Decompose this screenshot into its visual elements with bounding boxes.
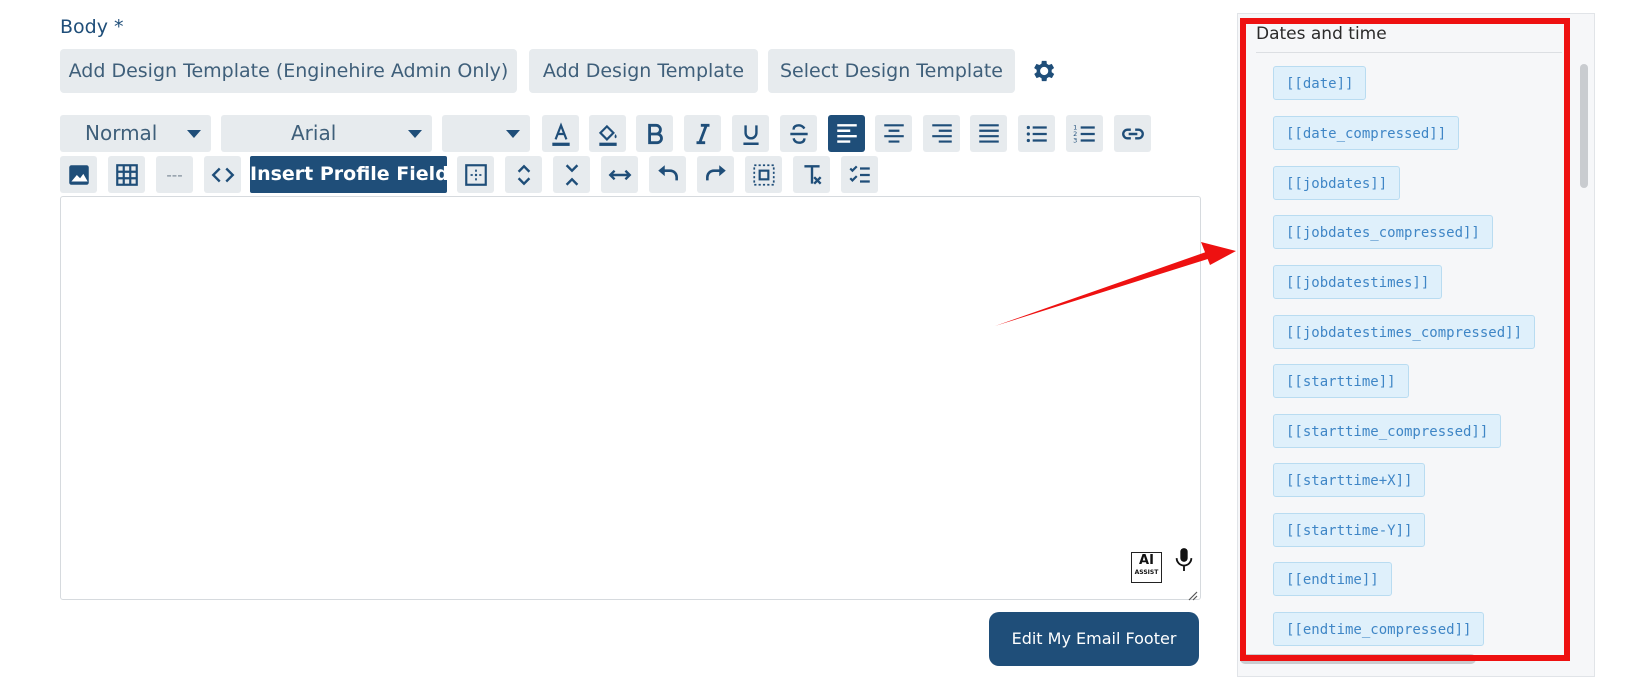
chevron-down-icon xyxy=(408,130,422,138)
font-family-value: Arial xyxy=(291,121,337,145)
align-center-icon xyxy=(883,123,904,143)
align-justify-icon xyxy=(978,123,999,143)
numbered-list-button[interactable]: 123 xyxy=(1066,115,1103,152)
frame-icon xyxy=(752,163,775,186)
resize-handle-icon[interactable] xyxy=(1186,586,1198,601)
strikethrough-icon xyxy=(789,123,808,144)
collapse-icon xyxy=(565,163,578,186)
insert-image-button[interactable] xyxy=(60,156,97,193)
checklist-icon xyxy=(848,165,870,183)
line-height-icon xyxy=(517,164,530,185)
ai-assist-sub: ASSIST xyxy=(1134,569,1159,576)
body-label: Body * xyxy=(60,16,124,38)
align-right-icon xyxy=(931,123,952,143)
underline-icon xyxy=(742,124,759,145)
align-right-button[interactable] xyxy=(923,115,960,152)
width-button[interactable] xyxy=(601,156,638,193)
font-size-select[interactable] xyxy=(442,115,530,152)
numbered-list-icon: 123 xyxy=(1073,123,1095,144)
ai-assist-main: AI xyxy=(1139,553,1154,568)
select-design-template-button[interactable]: Select Design Template xyxy=(768,49,1015,93)
underline-button[interactable] xyxy=(732,115,769,152)
align-center-button[interactable] xyxy=(875,115,912,152)
insert-profile-fields-button[interactable]: Insert Profile Fields xyxy=(250,156,460,193)
panel-scrollbar-thumb[interactable] xyxy=(1580,64,1588,188)
link-button[interactable] xyxy=(1114,115,1151,152)
redo-icon xyxy=(705,164,726,180)
microphone-icon[interactable] xyxy=(1173,546,1195,574)
paragraph-style-value: Normal xyxy=(85,121,158,145)
align-left-icon xyxy=(836,123,857,143)
code-view-icon xyxy=(211,167,234,182)
highlight-icon xyxy=(598,124,617,146)
italic-button[interactable] xyxy=(684,115,721,152)
link-icon xyxy=(1121,127,1144,140)
table-icon xyxy=(115,163,138,186)
body-editor[interactable] xyxy=(60,196,1201,600)
line-height-button[interactable] xyxy=(505,156,542,193)
gear-icon[interactable] xyxy=(1029,57,1057,85)
clear-format-icon xyxy=(803,164,822,185)
clear-format-button[interactable] xyxy=(793,156,830,193)
bullet-list-button[interactable] xyxy=(1018,115,1055,152)
image-icon xyxy=(68,164,89,185)
font-color-button[interactable] xyxy=(542,115,579,152)
horizontal-rule-button[interactable]: --- xyxy=(156,156,193,193)
strikethrough-button[interactable] xyxy=(780,115,817,152)
font-color-icon xyxy=(551,121,570,146)
chevron-down-icon xyxy=(506,130,520,138)
frame-button[interactable] xyxy=(745,156,782,193)
select-all-icon xyxy=(464,163,487,186)
undo-icon xyxy=(657,164,678,180)
bold-button[interactable] xyxy=(636,115,673,152)
collapse-button[interactable] xyxy=(553,156,590,193)
select-all-button[interactable] xyxy=(457,156,494,193)
redo-button[interactable] xyxy=(697,156,734,193)
bold-icon xyxy=(647,123,663,144)
code-view-button[interactable] xyxy=(204,156,241,193)
align-left-button[interactable] xyxy=(828,115,865,152)
svg-text:3: 3 xyxy=(1073,136,1077,144)
highlight-color-button[interactable] xyxy=(589,115,626,152)
bullet-list-icon xyxy=(1026,125,1047,142)
annotation-highlight-box xyxy=(1240,18,1570,661)
ai-assist-button[interactable]: AI ASSIST xyxy=(1131,552,1162,583)
insert-table-button[interactable] xyxy=(108,156,145,193)
add-design-template-button[interactable]: Add Design Template xyxy=(529,49,758,93)
paragraph-style-select[interactable]: Normal xyxy=(60,115,211,152)
italic-icon xyxy=(696,123,709,144)
undo-button[interactable] xyxy=(649,156,686,193)
font-family-select[interactable]: Arial xyxy=(221,115,432,152)
width-icon xyxy=(608,169,631,180)
edit-email-footer-button[interactable]: Edit My Email Footer xyxy=(989,612,1199,666)
add-design-template-admin-button[interactable]: Add Design Template (Enginehire Admin On… xyxy=(60,49,517,93)
checklist-button[interactable] xyxy=(841,156,878,193)
chevron-down-icon xyxy=(187,130,201,138)
align-justify-button[interactable] xyxy=(970,115,1007,152)
